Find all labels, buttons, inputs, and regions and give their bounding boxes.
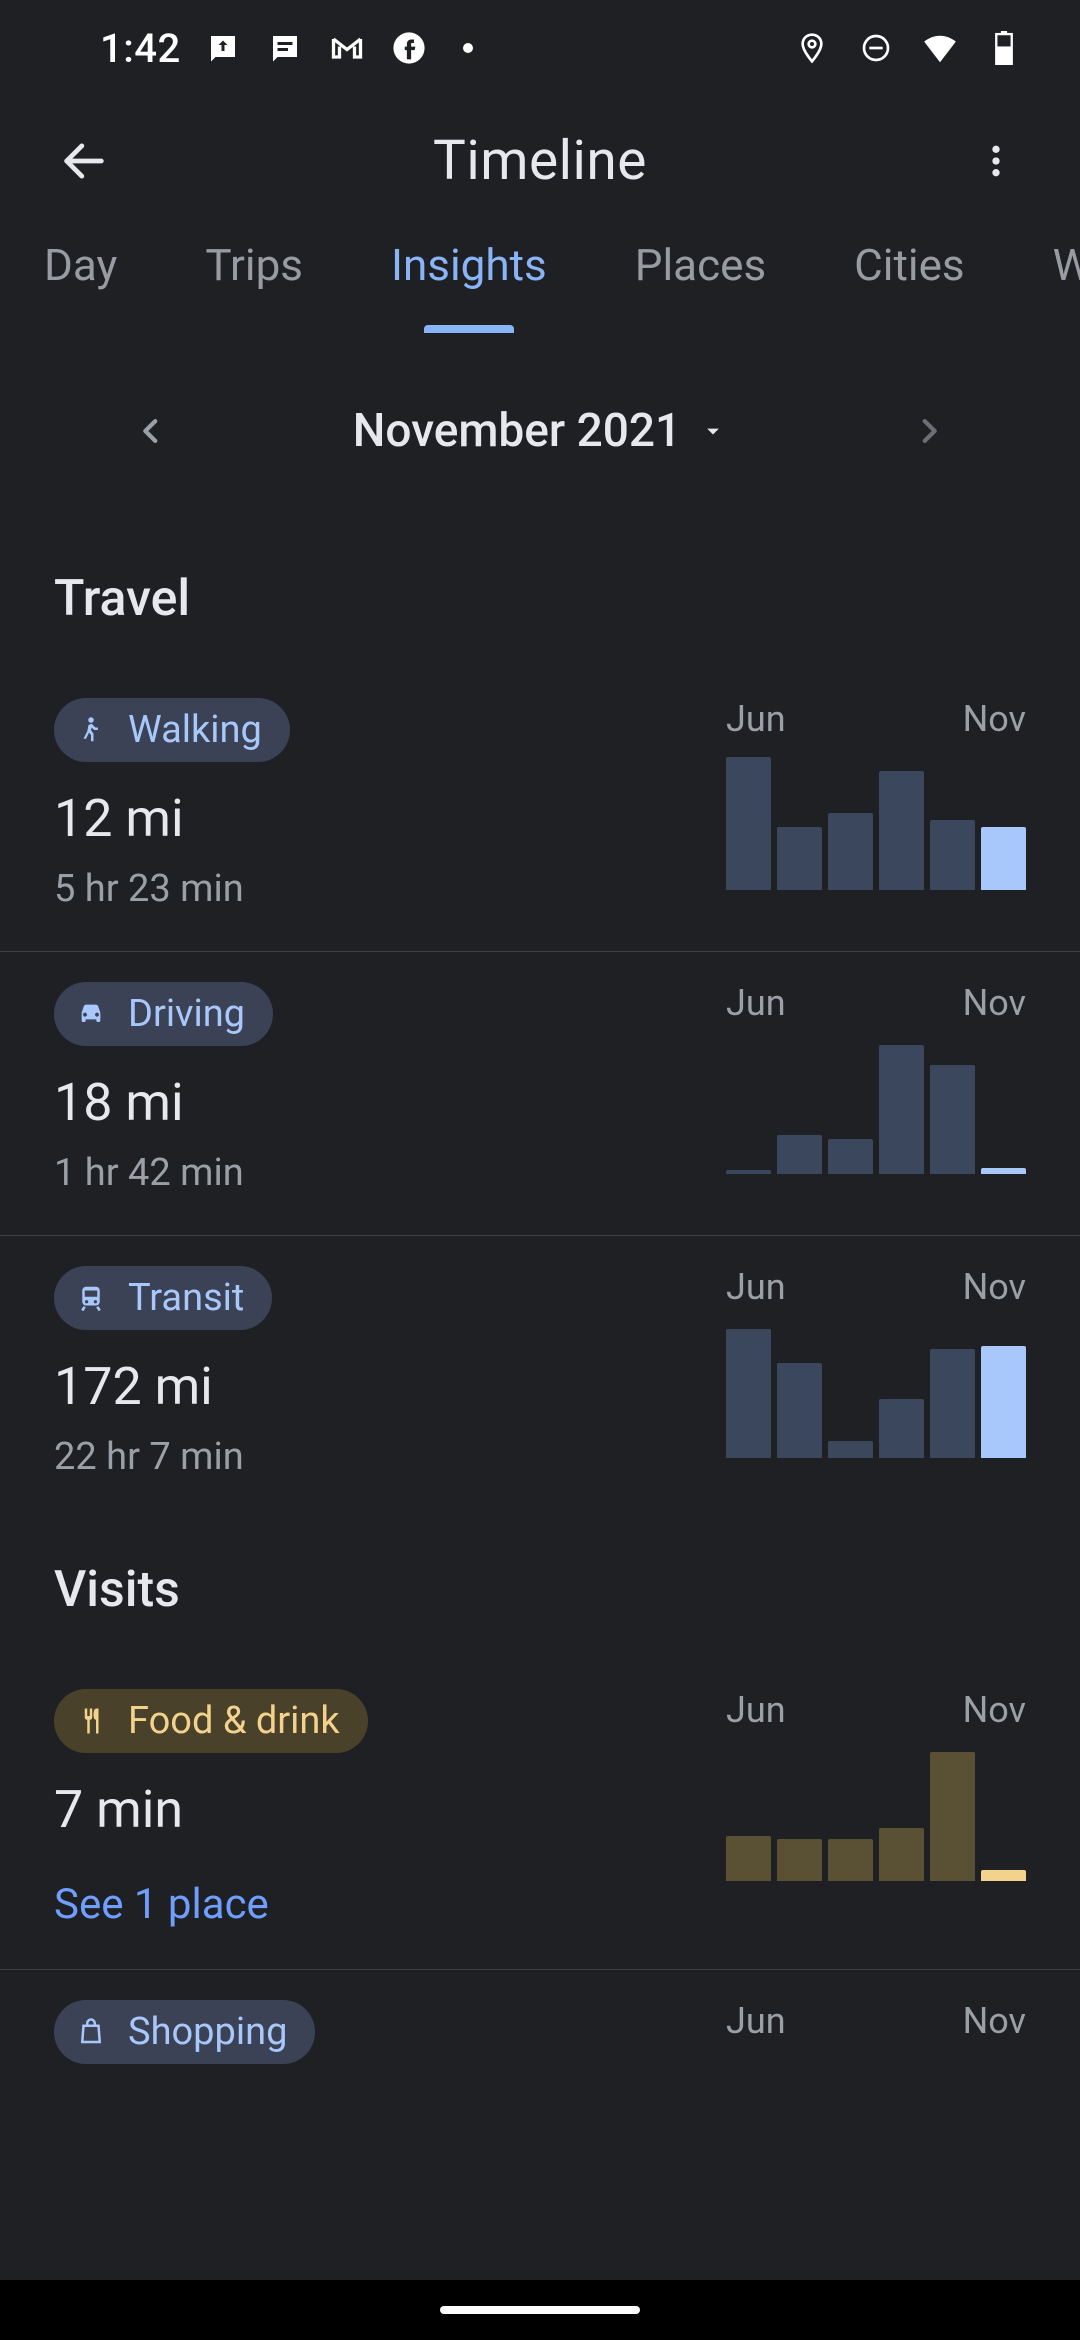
chip-label: Driving [128,992,245,1036]
chart-end-label: Nov [963,1266,1026,1308]
metric-duration: 5 hr 23 min [54,867,290,911]
travel-card-walking[interactable]: Walking 12 mi 5 hr 23 min Jun Nov [0,668,1080,952]
screen: 1:42 [0,0,1080,2340]
status-bar: 1:42 [0,0,1080,96]
chart-shopping: Jun Nov [726,2000,1026,2064]
metric-duration: 22 hr 7 min [54,1435,272,1479]
chart-transit: Jun Nov [726,1266,1026,1479]
chip-food-drink: Food & drink [54,1689,368,1753]
tab-insights[interactable]: Insights [391,239,547,333]
next-month-button[interactable] [907,409,951,453]
chart-axis-labels: Jun Nov [726,982,1026,1024]
chip-label: Shopping [128,2010,287,2054]
metric-duration: 7 min [54,1779,368,1840]
wifi-icon [920,28,960,68]
fork-knife-icon [72,1702,110,1740]
section-title-travel: Travel [0,528,1080,668]
status-left: 1:42 [100,25,473,72]
chart-start-label: Jun [726,2000,786,2042]
chip-transit: Transit [54,1266,272,1330]
gmail-icon [327,28,367,68]
card-left: Driving 18 mi 1 hr 42 min [54,982,273,1195]
chart-axis-labels: Jun Nov [726,698,1026,740]
chip-label: Food & drink [128,1699,340,1743]
app-bar: Timeline [0,96,1080,226]
card-left: Walking 12 mi 5 hr 23 min [54,698,290,911]
chip-label: Walking [128,708,262,752]
tab-trips[interactable]: Trips [205,239,303,333]
bar-chart [726,1318,1026,1458]
section-title-visits: Visits [0,1519,1080,1659]
card-left: Transit 172 mi 22 hr 7 min [54,1266,272,1479]
facebook-icon [389,28,429,68]
battery-icon [984,28,1024,68]
month-label: November 2021 [353,404,681,458]
metric-duration: 1 hr 42 min [54,1151,273,1195]
visit-card-food-drink[interactable]: Food & drink 7 min See 1 place Jun Nov [0,1659,1080,1970]
tab-places[interactable]: Places [635,239,766,333]
chart-start-label: Jun [726,1689,786,1731]
car-icon [72,995,110,1033]
message-icon [265,28,305,68]
chart-start-label: Jun [726,1266,786,1308]
system-nav-bar [0,2280,1080,2340]
tab-cities[interactable]: Cities [854,239,964,333]
train-icon [72,1279,110,1317]
chip-driving: Driving [54,982,273,1046]
metric-distance: 172 mi [54,1356,272,1417]
chip-shopping: Shopping [54,2000,315,2064]
chip-walking: Walking [54,698,290,762]
back-button[interactable] [52,129,116,193]
travel-card-driving[interactable]: Driving 18 mi 1 hr 42 min Jun Nov [0,952,1080,1236]
card-left: Food & drink 7 min See 1 place [54,1689,368,1929]
prev-month-button[interactable] [129,409,173,453]
chart-end-label: Nov [963,2000,1026,2042]
nav-pill[interactable] [440,2306,640,2314]
location-icon [792,28,832,68]
metric-distance: 18 mi [54,1072,273,1133]
chart-axis-labels: Jun Nov [726,2000,1026,2042]
more-notifications-dot-icon [463,43,473,53]
chart-start-label: Jun [726,982,786,1024]
chart-start-label: Jun [726,698,786,740]
month-dropdown[interactable]: November 2021 [353,404,727,458]
chart-end-label: Nov [963,982,1026,1024]
metric-distance: 12 mi [54,788,290,849]
travel-card-transit[interactable]: Transit 172 mi 22 hr 7 min Jun Nov [0,1236,1080,1519]
status-clock: 1:42 [100,25,181,72]
tab-world[interactable]: Wo [1053,239,1080,333]
month-selector: November 2021 [0,346,1080,528]
page-title: Timeline [433,129,647,193]
tabs: Day Trips Insights Places Cities Wo [0,226,1080,346]
chart-food-drink: Jun Nov [726,1689,1026,1929]
shopping-bag-icon [72,2013,110,2051]
chart-walking: Jun Nov [726,698,1026,911]
chip-label: Transit [128,1276,244,1320]
bar-chart [726,750,1026,890]
chart-end-label: Nov [963,698,1026,740]
visit-card-shopping[interactable]: Shopping Jun Nov [0,1970,1080,2104]
see-places-link[interactable]: See 1 place [54,1880,368,1929]
card-left: Shopping [54,2000,315,2064]
more-options-button[interactable] [964,129,1028,193]
upload-icon [203,28,243,68]
chart-axis-labels: Jun Nov [726,1689,1026,1731]
chart-axis-labels: Jun Nov [726,1266,1026,1308]
dropdown-icon [699,417,727,445]
chart-end-label: Nov [963,1689,1026,1731]
status-right [792,28,1024,68]
walking-icon [72,711,110,749]
bar-chart [726,1034,1026,1174]
chart-driving: Jun Nov [726,982,1026,1195]
dnd-icon [856,28,896,68]
bar-chart [726,1741,1026,1881]
tab-day[interactable]: Day [44,239,117,333]
